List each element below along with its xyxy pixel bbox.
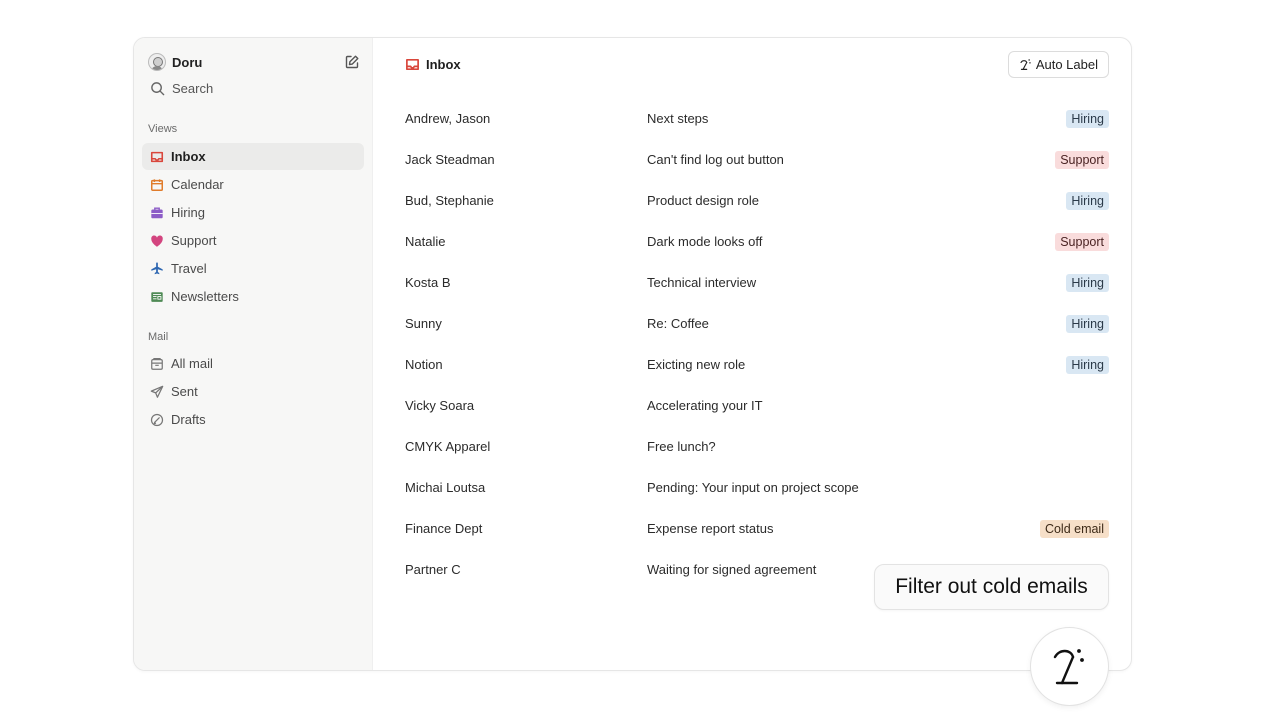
user-row[interactable]: Doru [148,52,360,72]
sidebar-item-label: Hiring [171,205,205,220]
email-label-badge: Hiring [1066,191,1109,210]
ai-assistant-icon [1053,648,1084,684]
page-title: Inbox [426,57,461,72]
email-subject: Product design role [647,193,760,208]
search-label: Search [172,81,214,96]
avatar [148,53,166,71]
table-row[interactable]: Michai Loutsa Pending: Your input on proj… [405,467,1109,508]
mail-section-label: Mail [148,331,169,343]
briefcase-icon [150,206,164,220]
email-label-badge: Hiring [1066,273,1109,292]
email-subject: Exicting new role [647,357,746,372]
sidebar-item-label: Drafts [171,412,206,427]
email-subject: Free lunch? [647,439,716,454]
email-subject: Pending: Your input on project scope [647,480,859,495]
table-row[interactable]: Kosta B Technical interview Hiring [405,262,1109,303]
table-row[interactable]: Jack Steadman Can't find log out button Su… [405,139,1109,180]
ai-assistant-icon [1020,59,1031,70]
email-sender: Partner C [405,562,461,577]
email-sender: Jack Steadman [405,152,495,167]
sidebar-item-travel[interactable]: Travel [142,255,364,282]
email-sender: Bud, Stephanie [405,193,494,208]
email-subject: Expense report status [647,521,774,536]
search-icon [151,82,165,96]
email-subject: Waiting for signed agreement [647,562,817,577]
sidebar-item-sent[interactable]: Sent [142,378,364,405]
email-subject: Next steps [647,111,709,126]
ai-assistant-button[interactable] [1030,627,1109,706]
sidebar-item-support[interactable]: Support [142,227,364,254]
email-sender: CMYK Apparel [405,439,491,454]
email-label-badge: Support [1055,150,1109,169]
email-list: Andrew, Jason Next steps Hiring Jack Steadm… [405,98,1109,590]
assistant-prompt-bubble: Filter out cold emails [874,564,1109,610]
email-sender: Finance Dept [405,521,483,536]
archive-icon [150,357,164,371]
sidebar-item-newsletters[interactable]: Newsletters [142,283,364,310]
email-sender: Notion [405,357,443,372]
sidebar-item-inbox[interactable]: Inbox [142,143,364,170]
table-row[interactable]: Vicky Soara Accelerating your IT [405,385,1109,426]
table-row[interactable]: CMYK Apparel Free lunch? [405,426,1109,467]
sidebar-item-all-mail[interactable]: All mail [142,350,364,377]
user-name: Doru [172,54,203,70]
email-label-badge: Cold email [1039,519,1109,538]
table-row[interactable]: Bud, Stephanie Product design role Hiring [405,180,1109,221]
sidebar-item-label: Travel [171,261,207,276]
email-sender: Vicky Soara [405,398,475,413]
email-subject: Technical interview [647,275,757,290]
email-label-badge: Hiring [1066,314,1109,333]
views-section-label: Views [148,123,178,135]
sidebar-item-label: All mail [171,356,213,371]
table-row[interactable]: Finance Dept Expense report status Cold em… [405,508,1109,549]
sidebar: Doru Search Views Inbox Calendar Hiring … [134,38,373,670]
sidebar-item-hiring[interactable]: Hiring [142,199,364,226]
email-label-badge: Support [1055,232,1109,251]
newspaper-icon [150,290,164,304]
auto-label-button[interactable]: Auto Label [1007,51,1109,78]
sidebar-item-label: Inbox [171,149,206,164]
inbox-icon [150,150,164,164]
email-sender: Michai Loutsa [405,480,486,495]
heart-icon [150,234,164,248]
page-title-row: Inbox [405,57,461,72]
email-sender: Sunny [405,316,442,331]
send-icon [150,385,164,399]
email-sender: Kosta B [405,275,451,290]
auto-label-text: Auto Label [1035,57,1098,72]
calendar-icon [150,178,164,192]
email-label-badge: Hiring [1066,355,1109,374]
email-subject: Re: Coffee [647,316,709,331]
email-subject: Can't find log out button [647,152,784,167]
inbox-icon [406,58,419,71]
email-subject: Dark mode looks off [647,234,763,249]
sidebar-item-label: Sent [171,384,198,399]
table-row[interactable]: Notion Exicting new role Hiring [405,344,1109,385]
sidebar-item-label: Newsletters [171,289,239,304]
table-row[interactable]: Sunny Re: Coffee Hiring [405,303,1109,344]
compose-icon[interactable] [344,54,360,70]
email-sender: Andrew, Jason [405,111,491,126]
sidebar-item-label: Calendar [171,177,224,192]
drafts-icon [150,413,164,427]
search-button[interactable]: Search [150,81,213,96]
airplane-icon [150,262,164,276]
sidebar-item-calendar[interactable]: Calendar [142,171,364,198]
table-row[interactable]: Natalie Dark mode looks off Support [405,221,1109,262]
email-subject: Accelerating your IT [647,398,763,413]
sidebar-item-label: Support [171,233,217,248]
email-sender: Natalie [405,234,446,249]
table-row[interactable]: Andrew, Jason Next steps Hiring [405,98,1109,139]
email-label-badge: Hiring [1066,109,1109,128]
sidebar-item-drafts[interactable]: Drafts [142,406,364,433]
